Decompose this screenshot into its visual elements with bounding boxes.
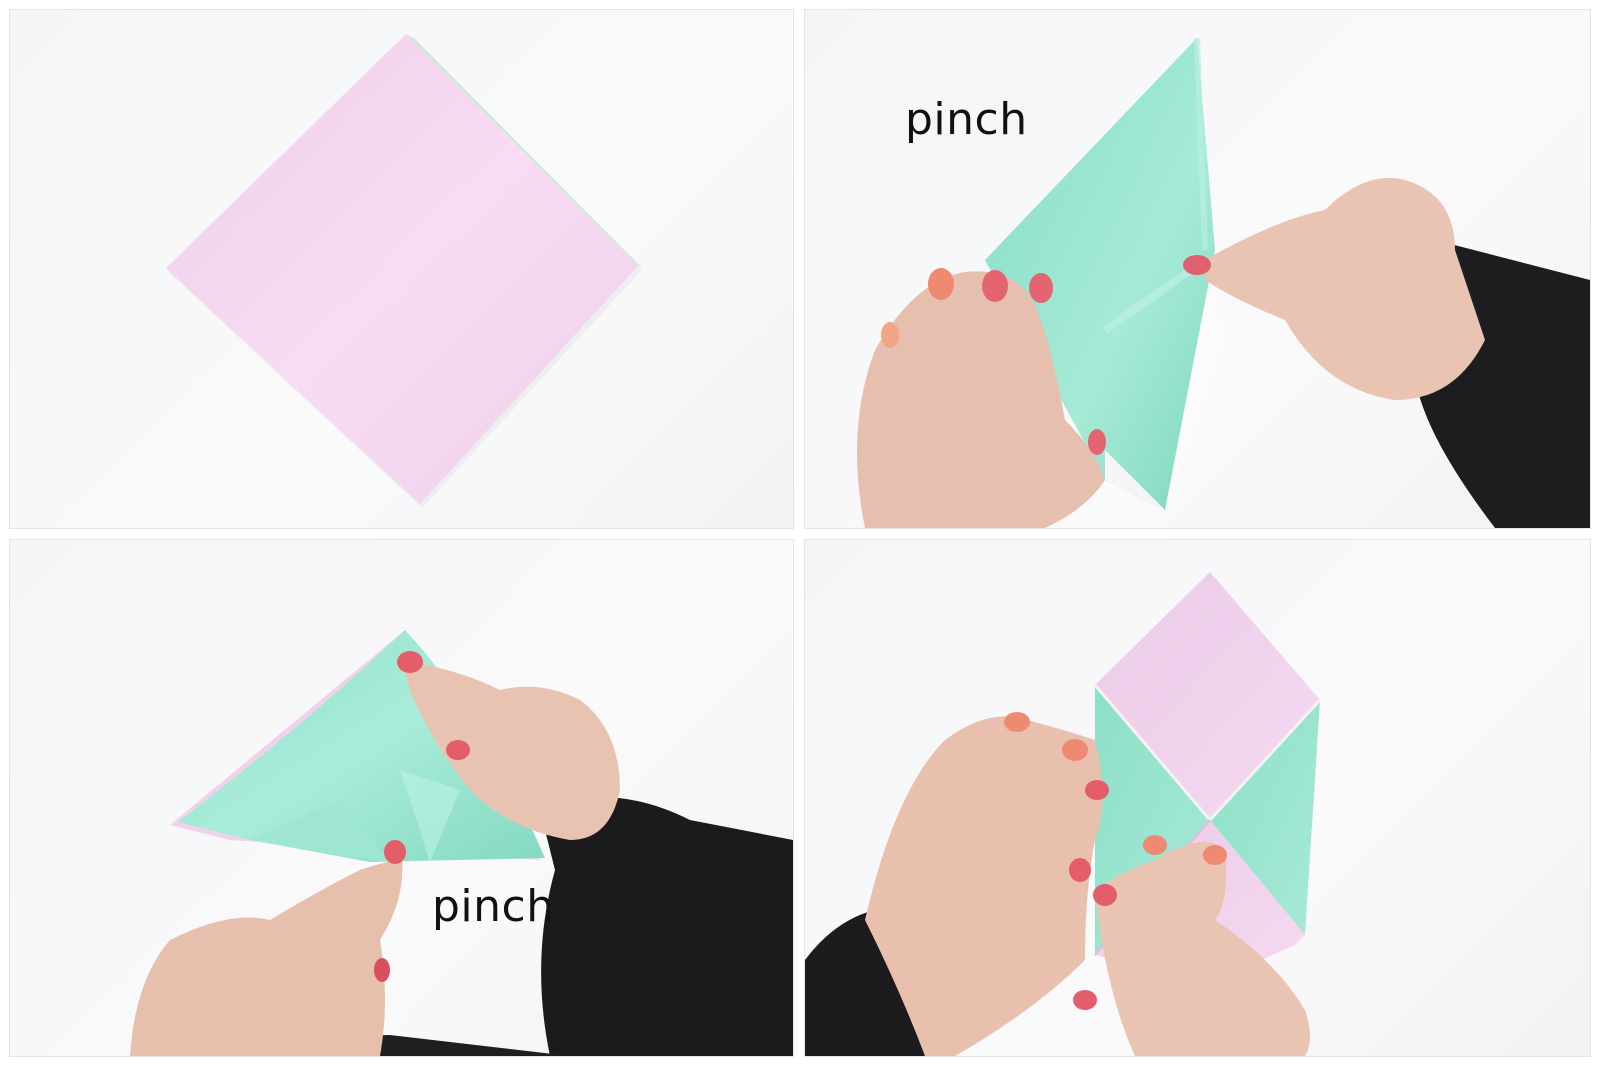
step-1-photo — [10, 10, 793, 528]
fold-and-pinch-image — [857, 37, 1590, 528]
pinch-caption: pinch — [432, 881, 555, 932]
step-2-photo: pinch — [805, 10, 1590, 528]
step-4-photo — [805, 540, 1590, 1056]
triangle-pinch-image — [130, 630, 793, 1056]
step-3-photo: pinch — [10, 540, 793, 1056]
pink-paper-diamond-image — [166, 34, 642, 508]
pinch-caption: pinch — [905, 94, 1028, 145]
folded-square-image — [805, 572, 1322, 1056]
